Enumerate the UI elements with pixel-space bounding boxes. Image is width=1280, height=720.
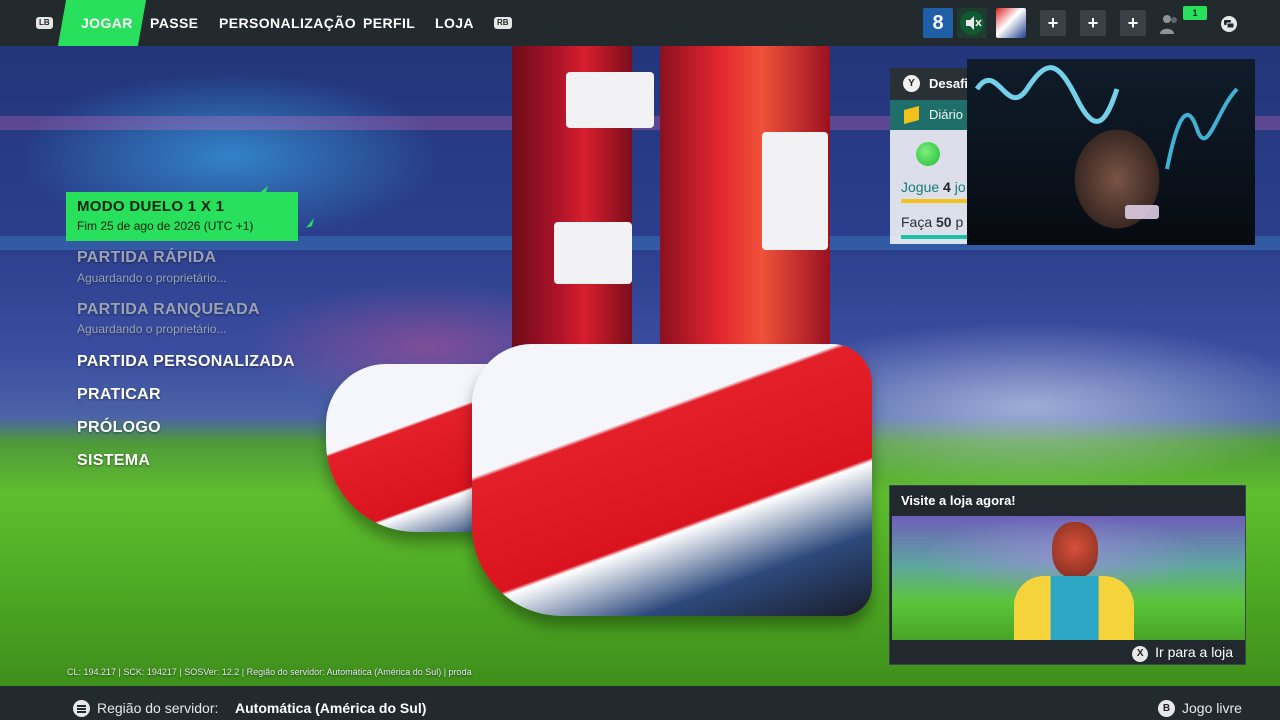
selection-spark-icon — [258, 186, 314, 228]
shop-promo-image[interactable] — [892, 516, 1245, 640]
go-to-shop-label: Ir para a loja — [1155, 644, 1233, 660]
player-avatar[interactable] — [996, 8, 1026, 38]
go-to-shop-button[interactable]: X Ir para a loja — [1132, 644, 1233, 662]
build-version-info: CL: 194.217 | SCK: 194217 | SOSVer: 12.2… — [67, 667, 472, 677]
party-invite-button[interactable]: + — [1120, 10, 1146, 36]
neon-light-decoration — [974, 65, 1239, 219]
bottom-status-bar: Região do servidor: Automática (América … — [0, 686, 1280, 720]
sock-band — [566, 72, 654, 128]
server-region-value[interactable]: Automática (América do Sul) — [235, 700, 426, 716]
duel-mode-end-date: Fim 25 de ago de 2026 (UTC +1) — [77, 219, 254, 233]
challenge-progress-bar — [901, 235, 970, 239]
challenge-progress-bar — [901, 199, 970, 203]
menu-item-quick-match[interactable]: PARTIDA RÁPIDA — [77, 249, 216, 267]
server-region-label: Região do servidor: — [97, 700, 219, 716]
top-navigation-bar: LB JOGAR PASSE PERSONALIZAÇÃO PERFIL LOJ… — [0, 0, 1280, 46]
y-button-icon: Y — [903, 75, 920, 92]
player-right-boot — [472, 344, 872, 616]
b-button-icon[interactable]: B — [1158, 700, 1175, 717]
shop-promo-title: Visite a loja agora! — [901, 493, 1016, 508]
progress-ball-icon — [916, 142, 940, 166]
left-bumper-icon[interactable]: LB — [36, 17, 53, 29]
menu-button-icon[interactable] — [73, 700, 90, 717]
daily-tab-label: Diário — [929, 107, 963, 122]
duel-mode-title: MODO DUELO 1 X 1 — [77, 198, 225, 215]
challenges-title: Desafi — [929, 76, 969, 91]
menu-item-custom-match[interactable]: PARTIDA PERSONALIZADA — [77, 353, 295, 371]
quick-match-status: Aguardando o proprietário... — [77, 271, 227, 285]
streamer-webcam-overlay — [967, 59, 1255, 245]
party-invite-button[interactable]: + — [1080, 10, 1106, 36]
tab-daily[interactable]: Diário — [890, 100, 970, 130]
tab-passe[interactable]: PASSE — [150, 0, 198, 46]
promo-character-head — [1052, 522, 1098, 578]
promo-character-body — [1014, 576, 1134, 640]
ranked-match-status: Aguardando o proprietário... — [77, 322, 227, 336]
friends-count-badge: 1 — [1183, 6, 1207, 20]
challenge-task-score: Faça 50 p — [901, 214, 964, 230]
tab-perfil[interactable]: PERFIL — [363, 0, 415, 46]
right-bumper-icon[interactable]: RB — [494, 17, 512, 29]
menu-item-practice[interactable]: PRATICAR — [77, 386, 161, 404]
party-invite-button[interactable]: + — [1040, 10, 1066, 36]
tab-loja[interactable]: LOJA — [435, 0, 474, 46]
x-button-icon: X — [1132, 646, 1149, 662]
shop-promo-card[interactable]: Visite a loja agora! X Ir para a loja — [889, 485, 1246, 665]
menu-item-prologue[interactable]: PRÓLOGO — [77, 419, 161, 437]
social-menu-icon[interactable] — [1220, 15, 1238, 33]
tab-personalizacao[interactable]: PERSONALIZAÇÃO — [219, 0, 356, 46]
free-play-label[interactable]: Jogo livre — [1182, 700, 1242, 716]
challenges-panel[interactable]: Y Desafi Diário Jogue 4 jo Faça 50 p — [890, 68, 970, 244]
challenges-header: Y Desafi — [890, 68, 970, 100]
player-level-badge[interactable]: 8 — [923, 8, 953, 38]
daily-icon — [904, 105, 919, 125]
challenge-task-play: Jogue 4 jo — [901, 179, 966, 195]
sock-band — [554, 222, 632, 284]
mute-icon[interactable] — [957, 8, 987, 38]
menu-item-ranked-match[interactable]: PARTIDA RANQUEADA — [77, 301, 260, 319]
tab-jogar[interactable]: JOGAR — [81, 0, 133, 46]
sock-band — [762, 132, 828, 250]
menu-item-system[interactable]: SISTEMA — [77, 452, 150, 470]
friends-icon[interactable] — [1158, 12, 1182, 36]
